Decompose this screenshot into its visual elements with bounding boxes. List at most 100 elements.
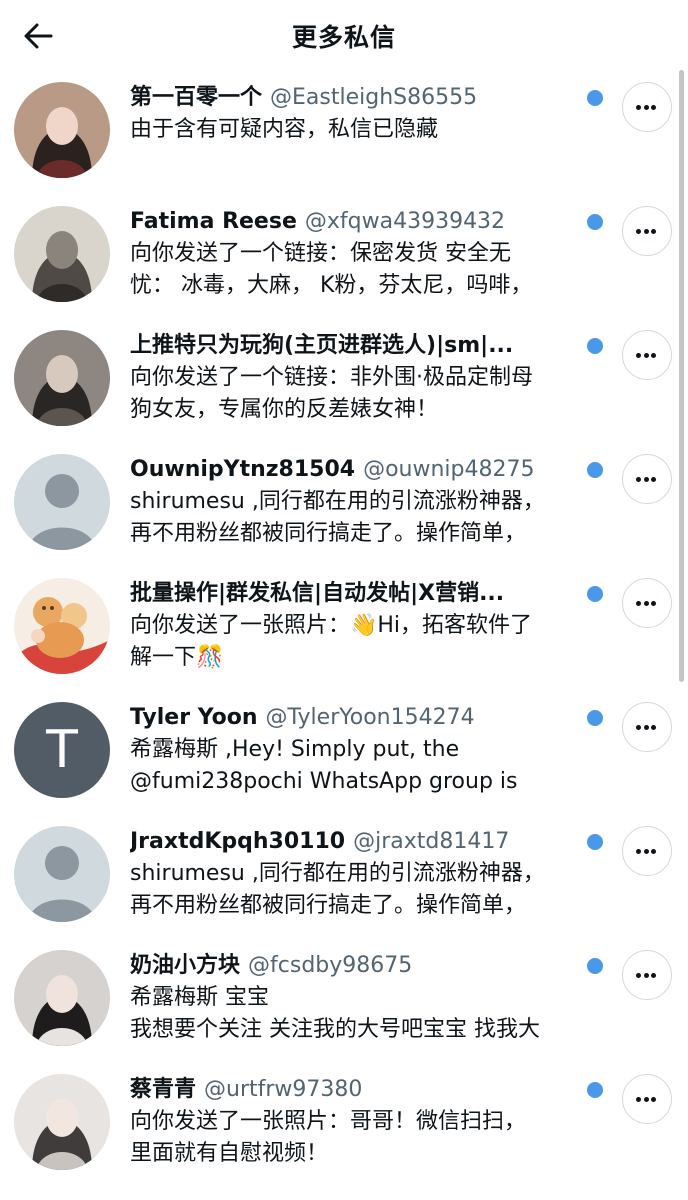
sender-handle: @xfqwa43939432 <box>304 209 506 234</box>
sender-name: OuwnipYtnz81504 <box>130 457 356 482</box>
more-options-button[interactable] <box>622 578 672 628</box>
message-preview-line: 向你发送了一个链接：非外围·极品定制母 <box>130 365 533 390</box>
sender-name: 奶油小方块 <box>130 953 241 978</box>
page-title: 更多私信 <box>291 23 396 52</box>
sender-line: 批量操作|群发私信|自动发帖|X营销... <box>130 578 580 610</box>
more-options-button[interactable] <box>622 950 672 1000</box>
message-preview: 向你发送了一张照片：哥哥！微信扫扫， 里面就有自慰视频！ <box>130 1106 610 1170</box>
message-preview-line: 希露梅斯 宝宝 <box>130 985 269 1010</box>
more-options-button[interactable] <box>622 330 672 380</box>
conversation-row[interactable]: 上推特只为玩狗(主页进群选人)|sm|... 向你发送了一个链接：非外围·极品定制… <box>0 320 688 444</box>
sender-handle: @TylerYoon154274 <box>265 705 475 730</box>
message-preview-line: 忧： 冰毒，大麻， K粉，芬太尼，吗啡， <box>130 273 533 298</box>
avatar[interactable] <box>14 206 110 302</box>
unread-dot <box>587 90 603 106</box>
message-preview-line: 解一下🎊 <box>130 645 224 670</box>
more-options-button[interactable] <box>622 1074 672 1124</box>
sender-name: Tyler Yoon <box>130 705 258 730</box>
message-preview: shirumesu ,同行都在用的引流涨粉神器， 再不用粉丝都被同行搞走了。操作简… <box>130 486 610 550</box>
message-preview-line: 再不用粉丝都被同行搞走了。操作简单， <box>130 521 527 546</box>
avatar[interactable]: T <box>14 702 110 798</box>
sender-handle: @EastleighS86555 <box>270 85 478 110</box>
avatar[interactable] <box>14 82 110 178</box>
sender-handle: @ouwnip48275 <box>363 457 535 482</box>
header: 更多私信 <box>0 0 688 72</box>
unread-dot <box>587 710 603 726</box>
conversation-row[interactable]: T Tyler Yoon @TylerYoon154274 希露梅斯 ,Hey! Si… <box>0 692 688 816</box>
avatar-image <box>14 206 110 302</box>
sender-line: 第一百零一个 @EastleighS86555 <box>130 82 580 114</box>
unread-dot <box>587 834 603 850</box>
conversation-row[interactable]: 蔡青青 @urtfrw97380 向你发送了一张照片：哥哥！微信扫扫， 里面就有自慰视… <box>0 1064 688 1188</box>
message-preview-line: 我想要个关注 关注我的大号吧宝宝 找我大 <box>130 1017 540 1042</box>
scrollbar[interactable] <box>679 70 684 682</box>
sender-line: 蔡青青 @urtfrw97380 <box>130 1074 580 1106</box>
avatar-image <box>14 330 110 426</box>
message-preview: 由于含有可疑内容，私信已隐藏 <box>130 114 610 146</box>
conversation-row[interactable]: 奶油小方块 @fcsdby98675 希露梅斯 宝宝我想要个关注 关注我的大号吧宝宝… <box>0 940 688 1064</box>
sender-line: 奶油小方块 @fcsdby98675 <box>130 950 580 982</box>
message-preview: 向你发送了一张照片：👋Hi，拓客软件了 解一下🎊 <box>130 610 610 674</box>
message-preview: shirumesu ,同行都在用的引流涨粉神器， 再不用粉丝都被同行搞走了。操作简… <box>130 858 610 922</box>
avatar[interactable] <box>14 578 110 674</box>
avatar-image <box>14 454 110 550</box>
avatar-initial: T <box>46 720 78 780</box>
unread-dot <box>587 1082 603 1098</box>
conversation-row[interactable]: JraxtdKpqh30110 @jraxtd81417 shirumesu ,同行… <box>0 816 688 940</box>
sender-name: Fatima Reese <box>130 209 297 234</box>
message-preview-line: 里面就有自慰视频！ <box>130 1141 329 1166</box>
avatar[interactable] <box>14 330 110 426</box>
sender-name: 蔡青青 <box>130 1077 197 1102</box>
sender-line: JraxtdKpqh30110 @jraxtd81417 <box>130 826 580 858</box>
message-preview-line: 向你发送了一个链接：保密发货 安全无 <box>130 241 511 266</box>
conversation-row[interactable]: 第一百零一个 @EastleighS86555 由于含有可疑内容，私信已隐藏 <box>0 72 688 196</box>
unread-dot <box>587 586 603 602</box>
avatar-image <box>14 578 110 674</box>
avatar-image <box>14 826 110 922</box>
avatar[interactable] <box>14 950 110 1046</box>
avatar[interactable] <box>14 1074 110 1170</box>
more-options-button[interactable] <box>622 454 672 504</box>
more-options-button[interactable] <box>622 82 672 132</box>
message-preview-line: 希露梅斯 ,Hey! Simply put, the <box>130 737 460 762</box>
message-preview-line: @fumi238pochi WhatsApp group is <box>130 769 518 794</box>
message-preview: 希露梅斯 ,Hey! Simply put, the @fumi238pochi … <box>130 734 610 798</box>
message-preview-line: shirumesu ,同行都在用的引流涨粉神器， <box>130 489 545 514</box>
unread-dot <box>587 958 603 974</box>
avatar[interactable] <box>14 826 110 922</box>
sender-name: 批量操作|群发私信|自动发帖|X营销... <box>130 581 505 606</box>
conversation-list: 第一百零一个 @EastleighS86555 由于含有可疑内容，私信已隐藏 Fat… <box>0 72 688 1188</box>
avatar[interactable] <box>14 454 110 550</box>
sender-handle: @jraxtd81417 <box>353 829 510 854</box>
more-options-button[interactable] <box>622 702 672 752</box>
message-preview-line: 向你发送了一张照片：哥哥！微信扫扫， <box>130 1109 527 1134</box>
sender-name: 上推特只为玩狗(主页进群选人)|sm|... <box>130 333 514 358</box>
message-preview-line: 由于含有可疑内容，私信已隐藏 <box>130 117 439 142</box>
message-preview-line: 狗女友，专属你的反差婊女神！ <box>130 397 439 422</box>
message-preview-line: 向你发送了一张照片：👋Hi，拓客软件了 <box>130 613 533 638</box>
more-options-button[interactable] <box>622 206 672 256</box>
avatar-image <box>14 82 110 178</box>
message-preview: 向你发送了一个链接：非外围·极品定制母 狗女友，专属你的反差婊女神！ <box>130 362 610 426</box>
sender-handle: @fcsdby98675 <box>248 953 413 978</box>
avatar-image <box>14 950 110 1046</box>
more-options-button[interactable] <box>622 826 672 876</box>
unread-dot <box>587 214 603 230</box>
conversation-row[interactable]: Fatima Reese @xfqwa43939432 向你发送了一个链接：保密发货… <box>0 196 688 320</box>
sender-name: 第一百零一个 <box>130 85 263 110</box>
sender-handle: @urtfrw97380 <box>204 1077 363 1102</box>
conversation-row[interactable]: 批量操作|群发私信|自动发帖|X营销... 向你发送了一张照片：👋Hi，拓客软件了… <box>0 568 688 692</box>
avatar-image <box>14 1074 110 1170</box>
message-preview-line: shirumesu ,同行都在用的引流涨粉神器， <box>130 861 545 886</box>
sender-line: Fatima Reese @xfqwa43939432 <box>130 206 580 238</box>
sender-line: OuwnipYtnz81504 @ouwnip48275 <box>130 454 580 486</box>
message-preview: 向你发送了一个链接：保密发货 安全无 忧： 冰毒，大麻， K粉，芬太尼，吗啡， <box>130 238 610 302</box>
unread-dot <box>587 338 603 354</box>
conversation-row[interactable]: OuwnipYtnz81504 @ouwnip48275 shirumesu ,同行… <box>0 444 688 568</box>
message-preview-line: 再不用粉丝都被同行搞走了。操作简单， <box>130 893 527 918</box>
sender-line: Tyler Yoon @TylerYoon154274 <box>130 702 580 734</box>
message-preview: 希露梅斯 宝宝我想要个关注 关注我的大号吧宝宝 找我大 <box>130 982 610 1046</box>
unread-dot <box>587 462 603 478</box>
sender-name: JraxtdKpqh30110 <box>130 829 346 854</box>
sender-line: 上推特只为玩狗(主页进群选人)|sm|... <box>130 330 580 362</box>
